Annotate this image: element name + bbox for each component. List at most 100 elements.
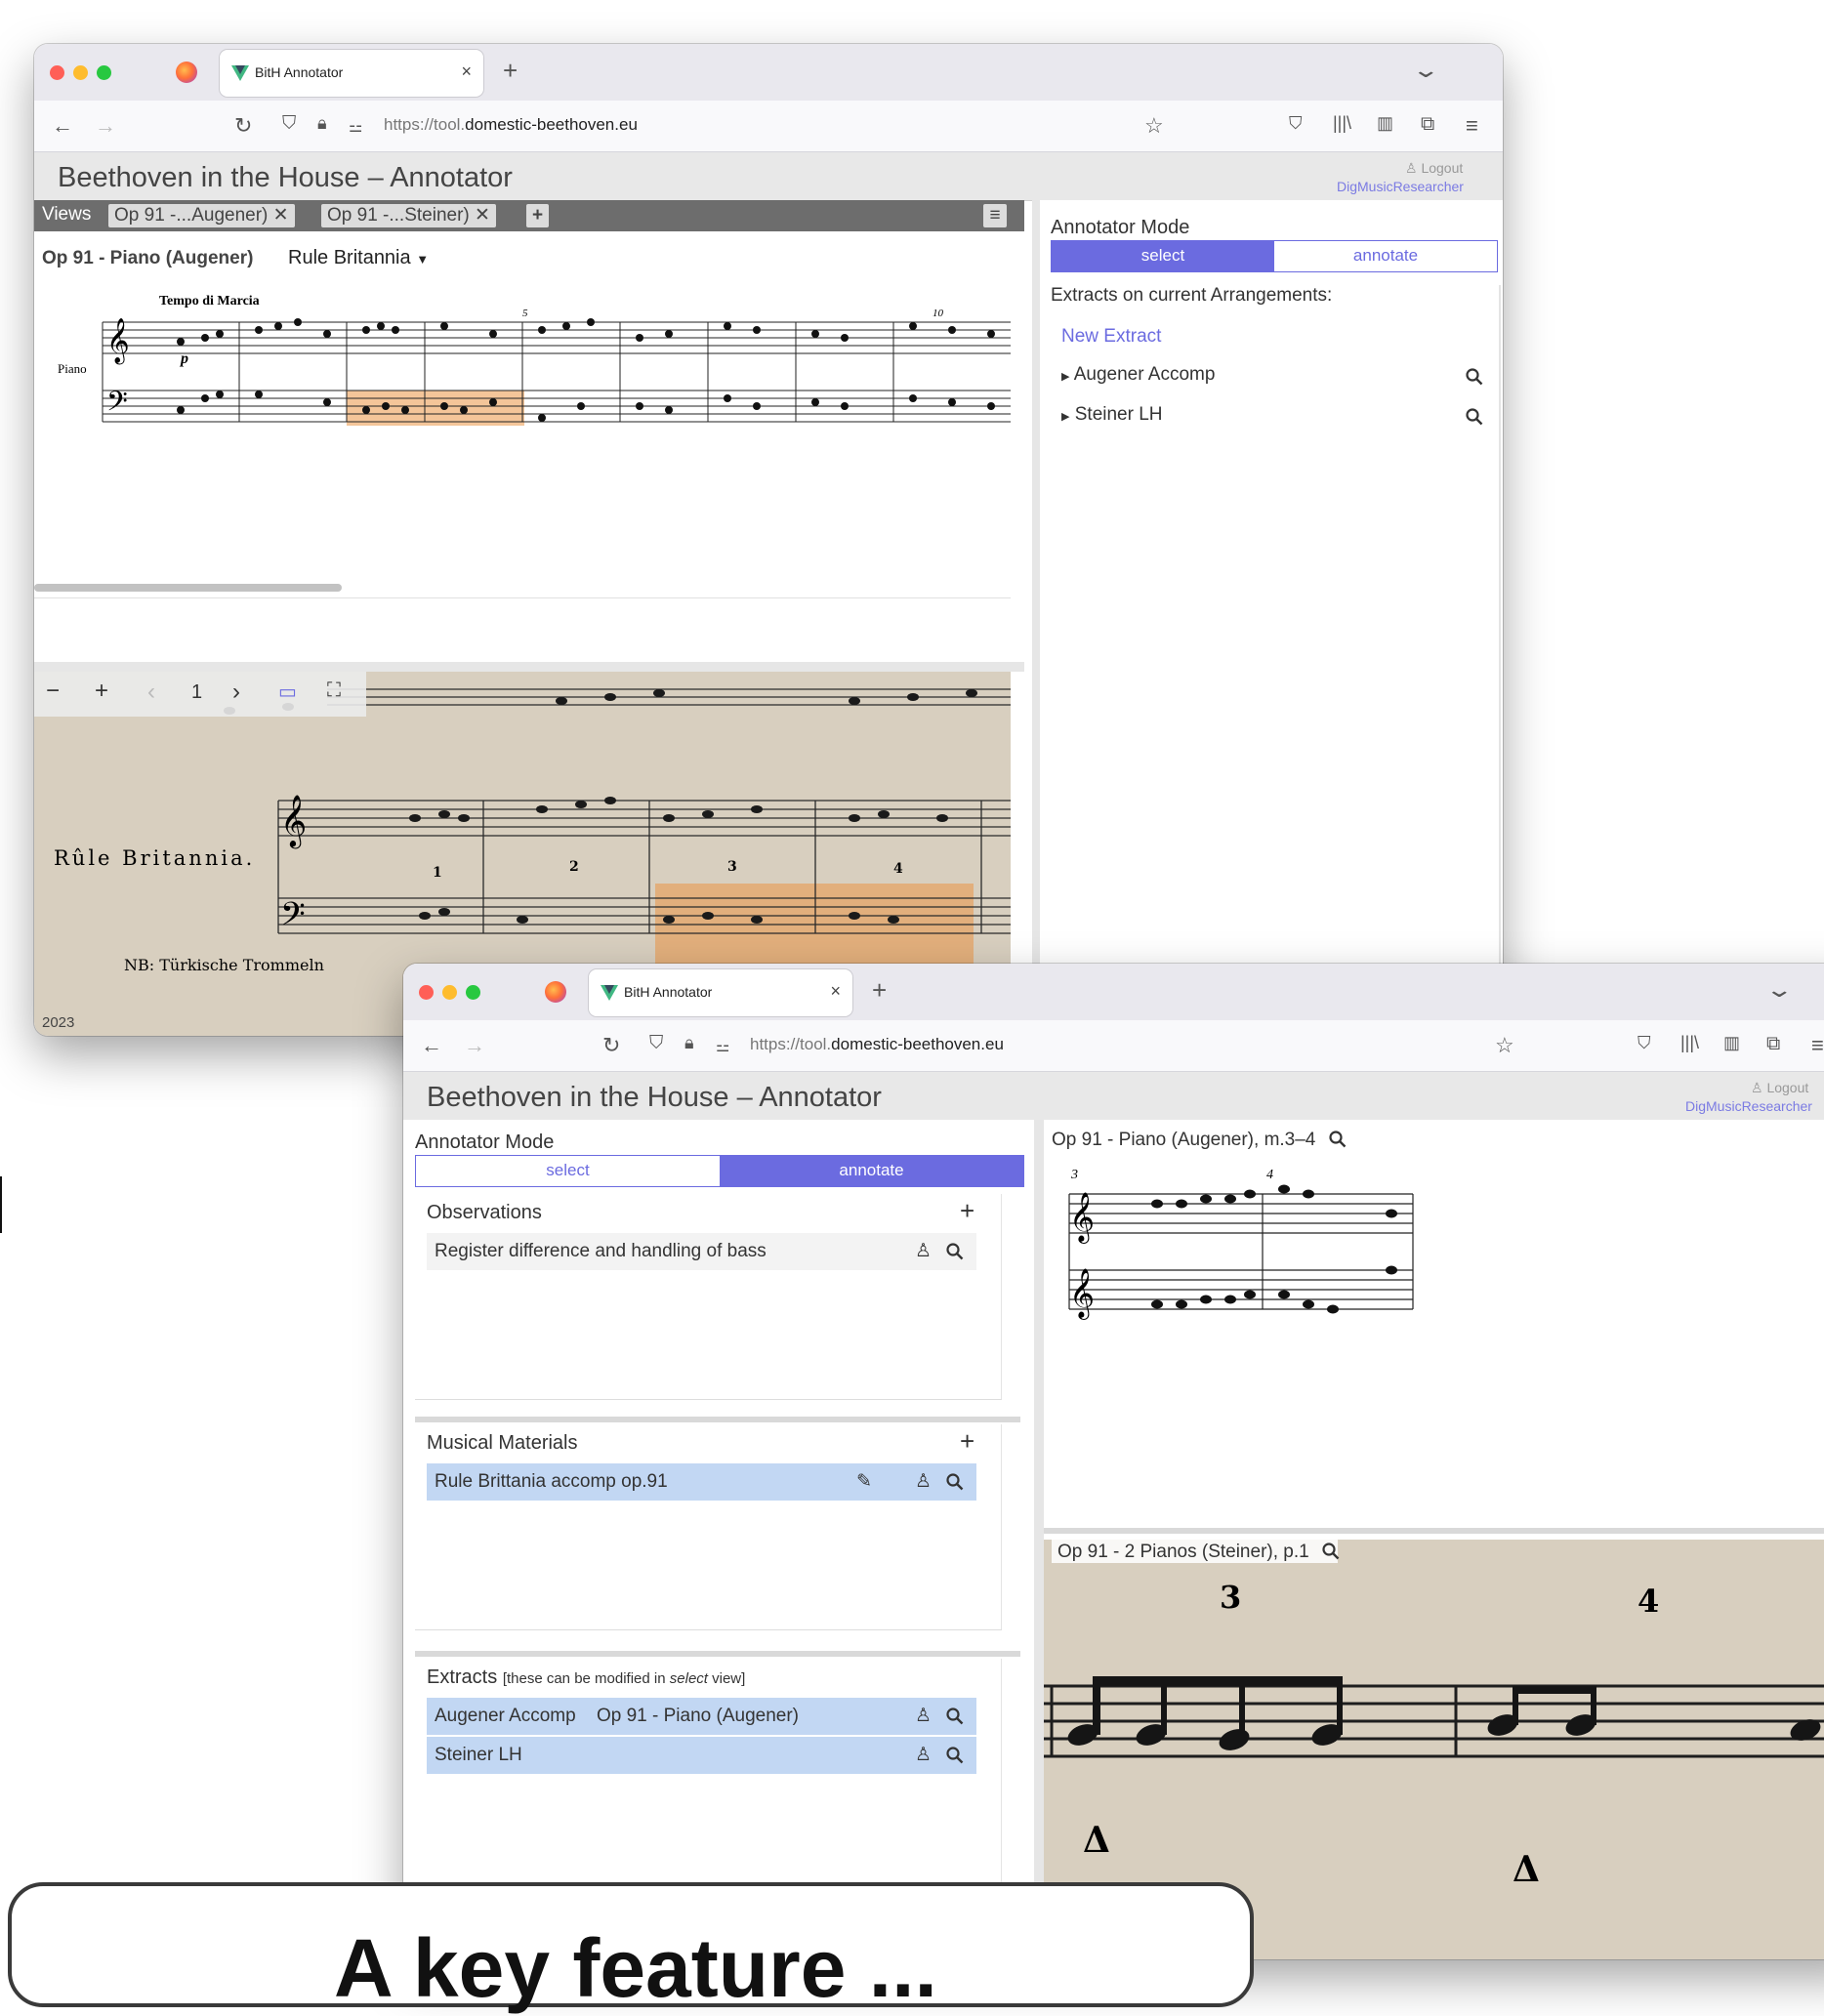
person-icon[interactable]: ♙ xyxy=(915,1698,932,1735)
add-view-button[interactable]: + xyxy=(526,204,550,227)
zoom-window-button[interactable] xyxy=(466,985,480,1000)
menu-icon[interactable]: ≡ xyxy=(1811,1033,1824,1058)
lock-icon: 🔒︎ xyxy=(684,1033,694,1052)
new-tab-button[interactable]: + xyxy=(872,975,887,1006)
mode-annotate-button[interactable]: annotate xyxy=(720,1156,1023,1186)
mode-annotate-button[interactable]: annotate xyxy=(1274,241,1497,271)
forward-icon[interactable]: → xyxy=(464,1033,485,1058)
search-icon[interactable] xyxy=(1466,368,1483,386)
view-tab-augener[interactable]: Op 91 -...Augener) ✕ xyxy=(108,204,295,227)
new-tab-button[interactable]: + xyxy=(503,56,518,86)
extract-item[interactable]: ▶ Steiner LH xyxy=(1061,404,1491,433)
permissions-icon[interactable]: ⚍ xyxy=(716,1037,729,1056)
shield-icon: ⛉ xyxy=(649,1033,664,1053)
bookmark-star-icon[interactable]: ☆ xyxy=(1495,1033,1514,1058)
search-icon[interactable] xyxy=(1329,1131,1347,1148)
zoom-window-button[interactable] xyxy=(97,65,111,80)
zoom-in-icon[interactable]: + xyxy=(95,678,108,705)
url-field[interactable]: https://tool.domestic-beethoven.eu xyxy=(750,1035,1004,1054)
search-icon[interactable] xyxy=(946,1747,964,1764)
close-tab-icon[interactable]: × xyxy=(461,62,472,82)
annotate-panel: Annotator Mode select annotate Observati… xyxy=(403,1120,1034,1959)
tab-list-chevron-icon[interactable]: ⌄ xyxy=(1764,977,1794,1003)
reload-icon[interactable]: ↻ xyxy=(602,1033,620,1058)
material-row[interactable]: Rule Brittania accomp op.91 ✎ ♙ xyxy=(427,1463,976,1501)
search-icon[interactable] xyxy=(1322,1543,1340,1560)
person-icon[interactable]: ♙ xyxy=(915,1233,932,1270)
back-icon[interactable]: ← xyxy=(52,113,73,139)
panel-scrollbar[interactable] xyxy=(1499,285,1501,1036)
browser-tab[interactable]: BitH Annotator × xyxy=(589,969,852,1016)
close-window-button[interactable] xyxy=(419,985,434,1000)
menu-icon[interactable]: ≡ xyxy=(1466,113,1478,139)
person-icon[interactable]: ♙ xyxy=(915,1463,932,1501)
app-header: Beethoven in the House – Annotator ♙ Log… xyxy=(403,1072,1824,1121)
pocket-icon[interactable]: ⛉ xyxy=(1289,113,1303,134)
library-icon[interactable]: |||\ xyxy=(1680,1033,1699,1053)
expand-caret-icon[interactable]: ▶ xyxy=(1061,411,1069,423)
person-icon[interactable]: ♙ xyxy=(915,1737,932,1774)
svg-text:Δ: Δ xyxy=(1083,1820,1110,1861)
preview2-title: Op 91 - 2 Pianos (Steiner), p.1 xyxy=(1052,1540,1340,1563)
url-field[interactable]: https://tool.domestic-beethoven.eu xyxy=(384,115,638,135)
prev-page-icon[interactable]: ‹ xyxy=(147,679,155,706)
close-tab-icon[interactable]: × xyxy=(830,981,841,1002)
reload-icon[interactable]: ↻ xyxy=(234,113,252,139)
score-title: Op 91 - Piano (Augener) xyxy=(42,248,254,268)
mode-select-button[interactable]: select xyxy=(1052,241,1274,271)
measure-number-5: 5 xyxy=(522,308,528,319)
zoom-out-icon[interactable]: − xyxy=(46,678,60,705)
preview1-measure-3: 3 xyxy=(1070,1168,1078,1182)
minimize-window-button[interactable] xyxy=(442,985,457,1000)
search-icon[interactable] xyxy=(946,1707,964,1725)
rendered-score[interactable]: Tempo di Marcia Piano p 5 10 𝄞 𝄢 xyxy=(34,283,1011,517)
next-page-icon[interactable]: › xyxy=(232,679,240,706)
sidebar-icon[interactable]: ▥ xyxy=(1377,113,1393,134)
extensions-icon[interactable]: ⧉ xyxy=(1421,113,1434,136)
new-extract-link[interactable]: New Extract xyxy=(1061,326,1161,348)
library-icon[interactable]: |||\ xyxy=(1333,113,1351,134)
minimize-window-button[interactable] xyxy=(73,65,88,80)
horizontal-scrollbar[interactable] xyxy=(34,584,342,592)
add-material-button[interactable]: + xyxy=(960,1426,974,1457)
extensions-icon[interactable]: ⧉ xyxy=(1766,1033,1780,1055)
firefox-icon xyxy=(545,981,566,1003)
close-window-button[interactable] xyxy=(50,65,64,80)
observation-row[interactable]: Register difference and handling of bass… xyxy=(427,1233,976,1270)
pencil-icon[interactable]: ✎ xyxy=(856,1463,872,1501)
score-highlight-augener[interactable] xyxy=(347,391,524,426)
fit-page-icon[interactable]: ⛶ xyxy=(327,679,341,702)
svg-text:𝄞: 𝄞 xyxy=(106,318,130,365)
browser-tab[interactable]: BitH Annotator × xyxy=(220,50,483,97)
view-tab-steiner[interactable]: Op 91 -...Steiner) ✕ xyxy=(321,204,496,227)
search-icon[interactable] xyxy=(946,1473,964,1491)
extract-row[interactable]: Augener Accomp Op 91 - Piano (Augener) ♙ xyxy=(427,1698,976,1735)
forward-icon[interactable]: → xyxy=(95,113,116,139)
svg-text:𝄞: 𝄞 xyxy=(1069,1192,1095,1244)
search-icon[interactable] xyxy=(1466,408,1483,426)
score-divider xyxy=(34,597,1011,598)
expand-caret-icon[interactable]: ▶ xyxy=(1061,371,1069,383)
extract-row[interactable]: Steiner LH ♙ xyxy=(427,1737,976,1774)
back-icon[interactable]: ← xyxy=(421,1033,442,1058)
extract-source: Op 91 - Piano (Augener) xyxy=(596,1706,799,1726)
logout-link[interactable]: ♙ Logout xyxy=(1751,1080,1808,1096)
extract-score-preview[interactable]: 3 4 𝄞 𝄞 xyxy=(1050,1159,1440,1354)
pocket-icon[interactable]: ⛉ xyxy=(1637,1033,1651,1053)
callout-text: A key feature ... xyxy=(334,1922,937,2014)
browser-window-front: BitH Annotator × + ⌄ ← → ↻ ⛉ 🔒︎ ⚍ https:… xyxy=(403,964,1824,1959)
vue-logo-icon xyxy=(601,985,618,1001)
annotation-icon[interactable]: ▭ xyxy=(278,679,297,704)
logout-link[interactable]: ♙ Logout xyxy=(1405,160,1463,177)
mode-select-button[interactable]: select xyxy=(416,1156,720,1186)
tab-list-chevron-icon[interactable]: ⌄ xyxy=(1411,58,1440,83)
bookmark-star-icon[interactable]: ☆ xyxy=(1144,113,1164,139)
search-icon[interactable] xyxy=(946,1243,964,1260)
arrangement-selector[interactable]: Rule Britannia ▼ xyxy=(288,247,429,269)
views-menu-icon[interactable]: ≡ xyxy=(983,204,1007,227)
add-observation-button[interactable]: + xyxy=(960,1196,974,1226)
sidebar-icon[interactable]: ▥ xyxy=(1723,1033,1740,1053)
extract-item[interactable]: ▶ Augener Accomp xyxy=(1061,364,1491,393)
permissions-icon[interactable]: ⚍ xyxy=(349,117,362,137)
preview2-measure-4: 4 xyxy=(1637,1583,1659,1620)
